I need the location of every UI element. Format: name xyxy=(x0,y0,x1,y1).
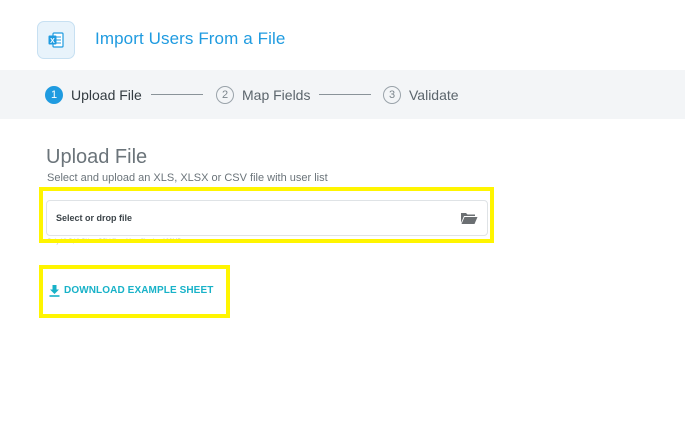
excel-file-icon: X xyxy=(37,21,75,59)
step-label: Upload File xyxy=(71,87,142,103)
step-validate[interactable]: 3 Validate xyxy=(383,86,459,104)
step-upload-file[interactable]: 1 Upload File xyxy=(45,86,142,104)
step-map-fields[interactable]: 2 Map Fields xyxy=(216,86,310,104)
page-header: X Import Users From a File xyxy=(0,0,685,70)
highlight-upload-field xyxy=(39,187,494,243)
step-number: 1 xyxy=(45,86,63,104)
step-label: Validate xyxy=(409,87,459,103)
upload-section-title: Upload File xyxy=(46,146,148,168)
step-connector xyxy=(319,94,371,95)
page-title: Import Users From a File xyxy=(95,29,286,48)
step-label: Map Fields xyxy=(242,87,311,103)
svg-text:X: X xyxy=(50,38,55,45)
step-connector xyxy=(151,94,203,95)
step-number: 2 xyxy=(216,86,234,104)
highlight-download-link xyxy=(39,265,230,318)
upload-section-description: Select and upload an XLS, XLSX or CSV fi… xyxy=(47,172,328,184)
step-number: 3 xyxy=(383,86,401,104)
import-users-page: X Import Users From a File 1 Upload File… xyxy=(0,0,685,429)
